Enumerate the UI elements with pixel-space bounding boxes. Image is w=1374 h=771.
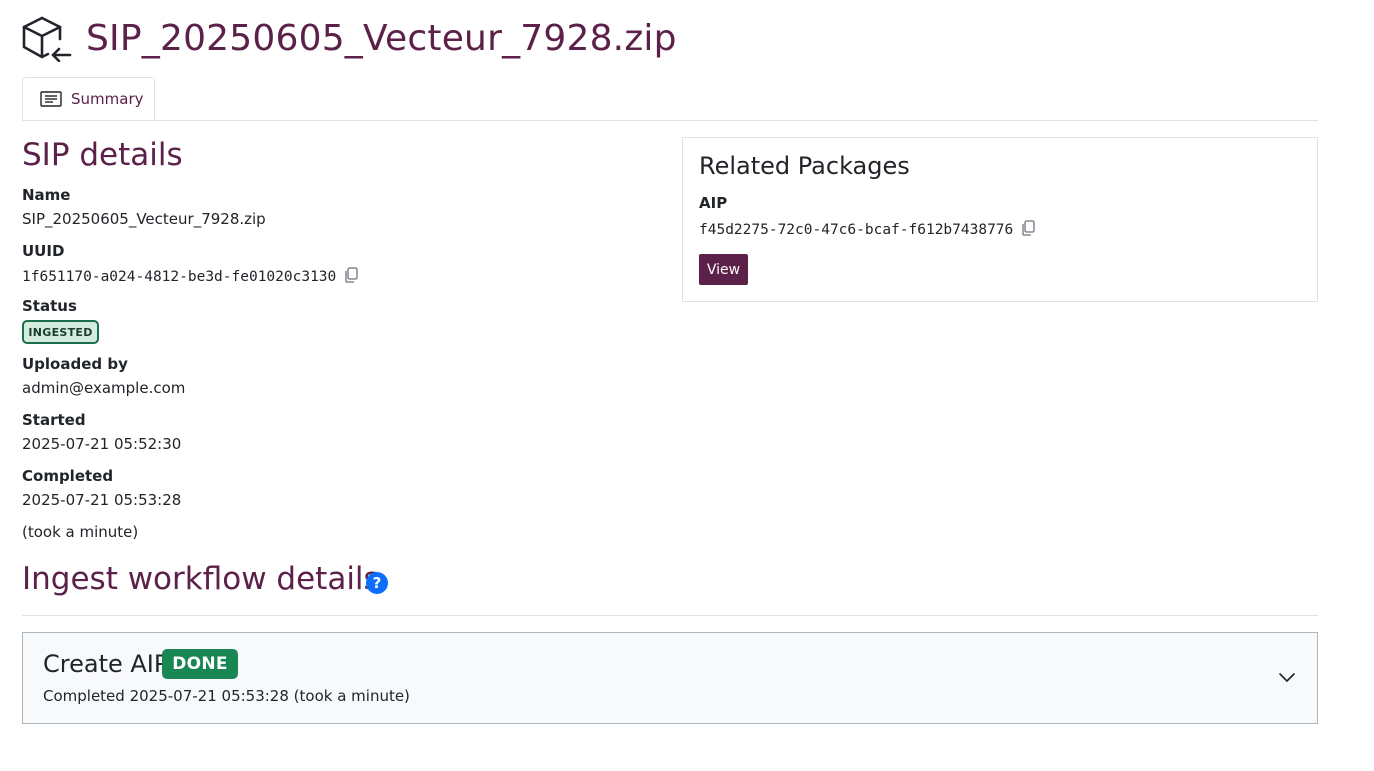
uploaded-by-label: Uploaded by xyxy=(22,355,128,373)
sip-details-heading: SIP details xyxy=(22,137,183,173)
aip-uuid-value: f45d2275-72c0-47c6-bcaf-f612b7438776 xyxy=(699,222,1014,238)
tab-summary-label: Summary xyxy=(71,89,144,108)
duration-text: (took a minute) xyxy=(22,523,139,541)
related-packages-heading: Related Packages xyxy=(699,152,910,180)
name-value: SIP_20250605_Vecteur_7928.zip xyxy=(22,210,266,228)
started-label: Started xyxy=(22,411,86,429)
uuid-value: 1f651170-a024-4812-be3d-fe01020c3130 xyxy=(22,269,337,285)
help-icon[interactable]: ? xyxy=(366,572,388,594)
chevron-down-icon[interactable] xyxy=(1278,669,1296,687)
step-title: Create AIP xyxy=(43,650,169,678)
related-packages-card: Related Packages AIP f45d2275-72c0-47c6-… xyxy=(682,137,1318,302)
list-card-icon xyxy=(40,90,62,107)
workflow-step-create-aip[interactable]: Create AIP DONE Completed 2025-07-21 05:… xyxy=(22,632,1318,724)
view-aip-button[interactable]: View xyxy=(699,254,748,285)
uploaded-by-value: admin@example.com xyxy=(22,379,186,397)
status-badge: INGESTED xyxy=(22,320,99,344)
copy-icon[interactable] xyxy=(1021,220,1035,236)
uuid-row: 1f651170-a024-4812-be3d-fe01020c3130 xyxy=(22,267,358,285)
completed-value: 2025-07-21 05:53:28 xyxy=(22,491,182,509)
page-title: SIP_20250605_Vecteur_7928.zip xyxy=(86,17,677,59)
tab-summary[interactable]: Summary xyxy=(22,77,155,120)
package-return-icon xyxy=(22,16,72,62)
page-header: SIP_20250605_Vecteur_7928.zip xyxy=(22,12,677,64)
uuid-label: UUID xyxy=(22,242,65,260)
status-label: Status xyxy=(22,297,77,315)
tab-bar: Summary xyxy=(22,77,1318,121)
aip-label: AIP xyxy=(699,194,728,212)
step-detail: Completed 2025-07-21 05:53:28 (took a mi… xyxy=(43,687,410,705)
aip-uuid-row: f45d2275-72c0-47c6-bcaf-f612b7438776 xyxy=(699,219,1035,238)
workflow-heading: Ingest workflow details xyxy=(22,561,380,597)
step-status-badge: DONE xyxy=(162,649,238,679)
name-label: Name xyxy=(22,186,71,204)
copy-icon[interactable] xyxy=(344,267,358,283)
completed-label: Completed xyxy=(22,467,114,485)
started-value: 2025-07-21 05:52:30 xyxy=(22,435,182,453)
divider xyxy=(22,615,1318,616)
